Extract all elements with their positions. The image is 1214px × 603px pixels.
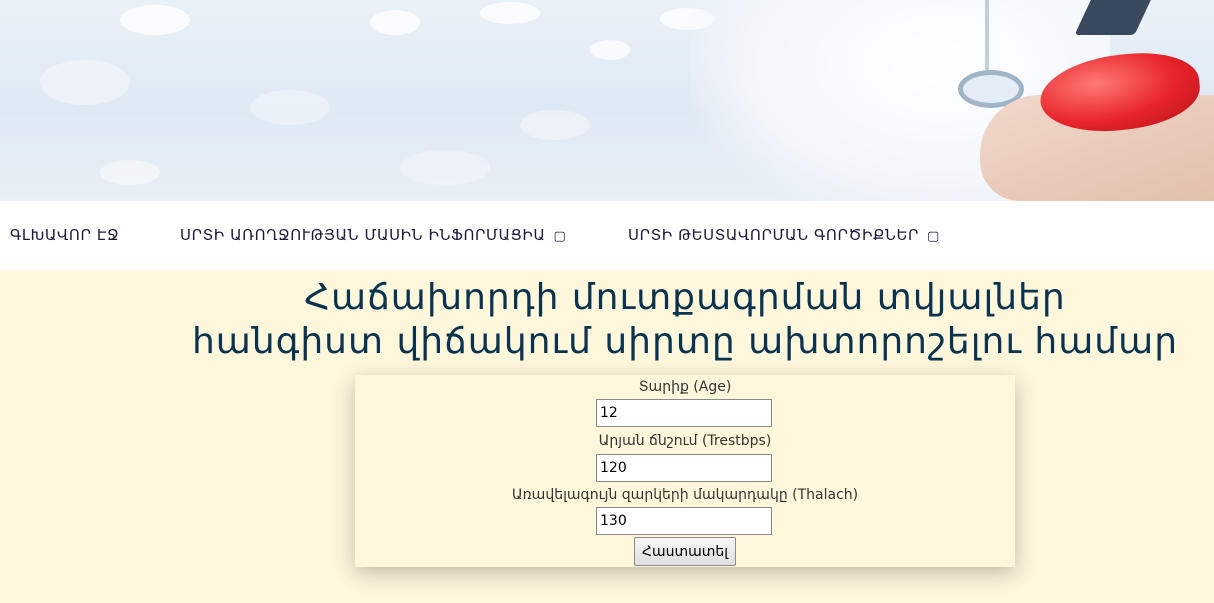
page-title-line-1: Հաճախորդի մուտքագրման տվյալներ [304, 277, 1066, 318]
age-label: Տարիք (Age) [638, 379, 732, 395]
nav-item-heart-test-tools[interactable]: ՍՐՏԻ ԹԵՍՏԱՎՈՐՄԱՆ ԳՈՐԾԻՔՆԵՐ ▢ [628, 226, 940, 244]
thalach-label: Առավելագույն զարկերի մակարդակը (Thalach) [511, 487, 859, 503]
submit-button[interactable]: Հաստատել [634, 537, 736, 566]
dropdown-icon: ▢ [927, 229, 940, 244]
thalach-input[interactable] [596, 507, 772, 535]
nav-item-heart-health-info[interactable]: ՍՐՏԻ ԱՌՈՂՋՈՒԹՅԱՆ ՄԱՍԻՆ ԻՆՖՈՐՄԱՑԻԱ ▢ [180, 226, 566, 244]
dropdown-icon: ▢ [553, 229, 567, 244]
nav-item-heart-health-info-label: ՍՐՏԻ ԱՌՈՂՋՈՒԹՅԱՆ ՄԱՍԻՆ ԻՆՖՈՐՄԱՑԻԱ [180, 226, 546, 244]
trestbps-label: Արյան ճնշում (Trestbps) [598, 433, 772, 449]
page-title: Հաճախորդի մուտքագրման տվյալներ հանգիստ վ… [190, 276, 1180, 364]
main-navigation: ԳԼԽԱՎՈՐ ԷՋ ՍՐՏԻ ԱՌՈՂՋՈՒԹՅԱՆ ՄԱՍԻՆ ԻՆՖՈՐՄ… [0, 201, 1214, 270]
nav-item-home-label: ԳԼԽԱՎՈՐ ԷՋ [10, 226, 120, 244]
nav-item-heart-test-tools-label: ՍՐՏԻ ԹԵՍՏԱՎՈՐՄԱՆ ԳՈՐԾԻՔՆԵՐ [628, 226, 920, 244]
patient-input-form: Տարիք (Age) Արյան ճնշում (Trestbps) Առավ… [355, 375, 1015, 567]
age-input[interactable] [596, 399, 772, 427]
trestbps-input[interactable] [596, 454, 772, 482]
header-banner-image [0, 0, 1214, 201]
page-title-line-2: հանգիստ վիճակում սիրտը ախտորոշելու համար [191, 321, 1179, 362]
nav-item-home[interactable]: ԳԼԽԱՎՈՐ ԷՋ [10, 226, 119, 244]
